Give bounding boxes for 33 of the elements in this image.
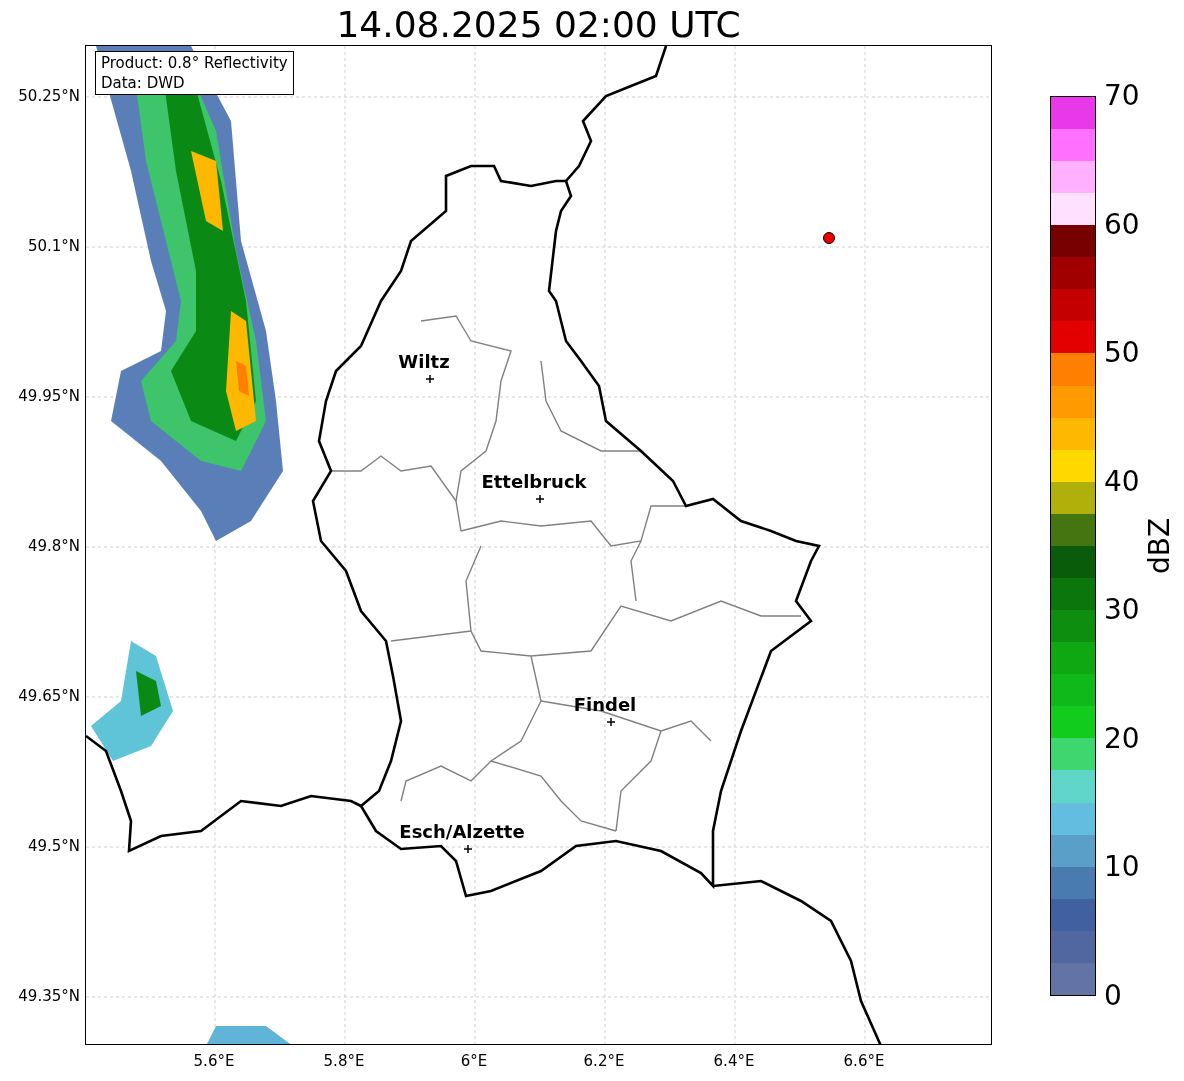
city-marker-icon <box>463 844 473 854</box>
city-label: Ettelbruck <box>481 472 587 492</box>
colorbar-tick-label: 50 <box>1104 337 1140 370</box>
colorbar-tick-label: 70 <box>1104 80 1140 112</box>
city-marker-icon <box>425 374 435 384</box>
city-marker-icon <box>606 717 616 727</box>
colorbar-axis-label: dBZ <box>1144 516 1176 577</box>
info-box: Product: 0.8° Reflectivity Data: DWD <box>95 51 294 95</box>
latitude-tick-label: 49.65°N <box>18 687 80 705</box>
longitude-tick-label: 6.2°E <box>583 1052 625 1070</box>
longitude-tick-label: 6.4°E <box>713 1052 755 1070</box>
latitude-tick-label: 50.25°N <box>18 87 80 105</box>
colorbar-tick-label: 20 <box>1104 722 1140 755</box>
chart-title: 14.08.2025 02:00 UTC <box>335 3 742 47</box>
longitude-tick-label: 6.6°E <box>843 1052 885 1070</box>
longitude-tick-label: 6°E <box>460 1052 488 1070</box>
latitude-tick-label: 49.95°N <box>18 387 80 405</box>
colorbar-tick-label: 40 <box>1104 465 1140 498</box>
city-label: Findel <box>573 695 637 715</box>
colorbar-tick-label: 0 <box>1104 980 1122 1012</box>
longitude-tick-label: 5.6°E <box>193 1052 235 1070</box>
city-marker-icon <box>535 494 545 504</box>
city-label: Esch/Alzette <box>399 822 525 842</box>
latitude-tick-label: 49.5°N <box>27 837 80 855</box>
latitude-tick-label: 50.1°N <box>27 237 80 255</box>
city-label: Wiltz <box>398 352 450 372</box>
radar-site-marker <box>823 232 835 244</box>
latitude-tick-label: 49.8°N <box>27 537 80 555</box>
colorbar-tick-label: 10 <box>1104 851 1140 884</box>
colorbar-tick-label: 60 <box>1104 208 1140 241</box>
longitude-tick-label: 5.8°E <box>323 1052 365 1070</box>
colorbar-tick-label: 30 <box>1104 594 1140 627</box>
latitude-tick-label: 49.35°N <box>18 987 80 1005</box>
